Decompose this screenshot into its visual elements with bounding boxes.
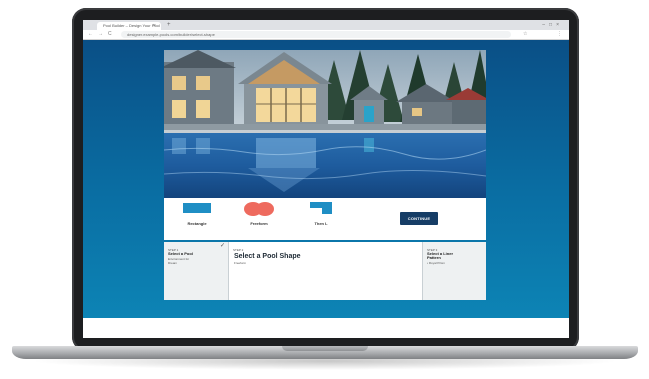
l-shape-icon xyxy=(310,202,332,214)
steps-panel: ✓ STEP 1 Select a Pool Environment for D… xyxy=(164,242,486,300)
browser-tabbar: Pool Builder – Design Your Pool × + –□× xyxy=(83,20,569,30)
step-2-title: Select a Pool Shape xyxy=(234,253,301,260)
bookmark-star-icon[interactable]: ☆ xyxy=(523,30,527,39)
back-icon[interactable]: ← xyxy=(88,30,93,39)
step-2-number: STEP 2 xyxy=(233,248,244,252)
rectangle-shape-icon xyxy=(183,203,211,213)
continue-button[interactable]: CONTINUE xyxy=(400,212,438,225)
forward-icon[interactable]: → xyxy=(98,30,103,39)
web-page: Rectangle Freeform Then L CONTINUE ✓ STE… xyxy=(83,40,569,318)
shape-label-freeform: Freeform xyxy=(250,221,268,226)
address-bar[interactable]: designer.example-pools.com/builder/selec… xyxy=(121,31,511,38)
browser-toolbar: ← → C designer.example-pools.com/builder… xyxy=(83,30,569,40)
laptop-screen: Pool Builder – Design Your Pool × + –□× … xyxy=(83,20,569,338)
hero-pool-image xyxy=(164,50,486,198)
step-3-subtitle: • Royal Prism xyxy=(427,261,446,265)
step-3-column[interactable]: STEP 3 Select a Liner Pattern • Royal Pr… xyxy=(423,242,486,300)
house-pool-illustration xyxy=(164,50,486,198)
window-controls[interactable]: –□× xyxy=(542,21,563,29)
tab-close-icon[interactable]: × xyxy=(153,22,156,30)
browser-menu-icon[interactable]: ⋮ xyxy=(557,30,562,39)
reload-icon[interactable]: C xyxy=(108,30,112,39)
step-2-column[interactable]: STEP 2 Select a Pool Shape Freeform xyxy=(229,242,423,300)
laptop-base-notch xyxy=(282,346,368,351)
new-tab-icon[interactable]: + xyxy=(167,21,171,29)
step-2-subtitle: Freeform xyxy=(234,261,247,265)
shape-option-rectangle[interactable]: Rectangle xyxy=(172,198,222,240)
shape-label-rectangle: Rectangle xyxy=(187,221,207,226)
page-footer-band xyxy=(83,318,569,338)
shape-option-l-shape[interactable]: Then L xyxy=(296,198,346,240)
freeform-shape-icon xyxy=(244,202,274,216)
pool-shape-selector: Rectangle Freeform Then L CONTINUE xyxy=(164,198,486,240)
shape-label-l-shape: Then L xyxy=(314,221,328,226)
step-1-title: Select a Pool xyxy=(168,251,193,256)
step-1-subtitle-line2: Dream xyxy=(168,261,178,265)
step-1-column[interactable]: ✓ STEP 1 Select a Pool Environment for D… xyxy=(164,242,229,300)
shape-option-freeform[interactable]: Freeform xyxy=(234,198,284,240)
step-3-title-line2: Pattern xyxy=(427,255,441,260)
checkmark-icon: ✓ xyxy=(219,243,225,249)
browser-tab[interactable]: Pool Builder – Design Your Pool xyxy=(97,22,161,30)
